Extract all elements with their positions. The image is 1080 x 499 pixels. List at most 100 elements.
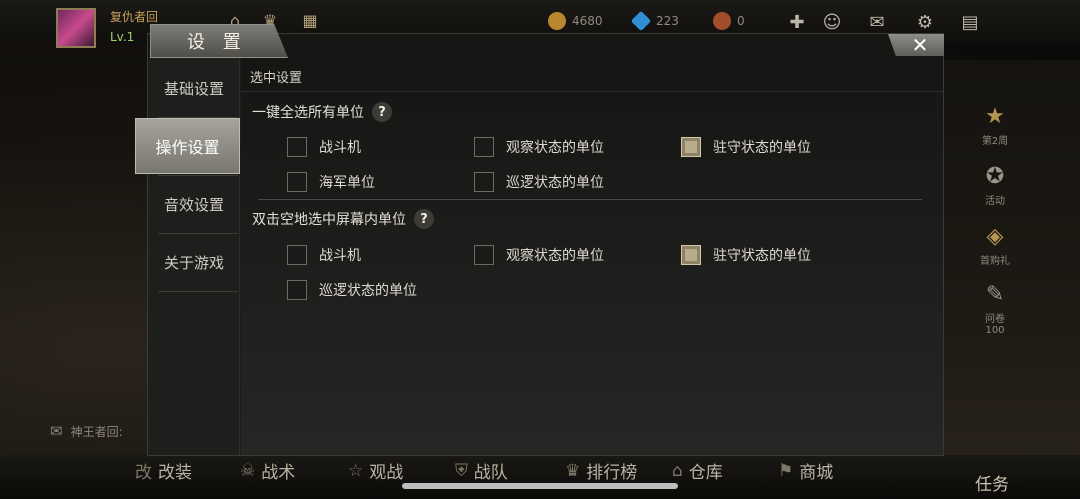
bottom-nav-tactics[interactable]: ☠ 战术 — [240, 458, 296, 484]
trophy-icon: ♛ — [565, 460, 581, 481]
bottom-nav-label: 仓库 — [688, 463, 723, 483]
gem-resource: 223 — [630, 10, 679, 32]
survey-icon: ✎ — [985, 281, 1005, 307]
group-title-text: 双击空地选中屏幕内单位 — [252, 212, 406, 228]
gold-value: 4680 — [572, 14, 603, 28]
gear-icon[interactable]: ⚙ — [913, 10, 937, 34]
option-label: 战斗机 — [319, 248, 361, 264]
option-label: 巡逻状态的单位 — [319, 283, 417, 299]
g2-observe-option[interactable]: 观察状态的单位 — [474, 245, 604, 265]
nav-divider — [158, 291, 238, 292]
card-icon: ◈ — [986, 223, 1004, 249]
checkbox[interactable] — [287, 172, 307, 192]
side-firstbuy-button[interactable]: ◈ 首购礼 — [975, 220, 1015, 268]
mail-icon[interactable]: ✉ — [865, 10, 889, 34]
side-event-label: 活动 — [985, 196, 1005, 207]
book-icon[interactable]: ▤ — [958, 10, 982, 34]
side-week-button[interactable]: ★ 第2周 — [975, 100, 1015, 148]
star-icon: ☆ — [348, 460, 364, 481]
option-label: 观察状态的单位 — [506, 140, 604, 156]
gem-icon — [630, 10, 652, 32]
side-survey-button[interactable]: ✎ 问卷 100 — [975, 278, 1015, 337]
side-survey-count: 100 — [985, 325, 1005, 336]
option-label: 战斗机 — [319, 140, 361, 156]
checkbox[interactable] — [287, 137, 307, 157]
bottom-nav-team[interactable]: ⛨ 战队 — [455, 458, 508, 484]
chat-label: 神王者回: — [70, 424, 123, 439]
section-divider — [241, 91, 943, 92]
bottom-nav-label: 战术 — [261, 463, 296, 483]
checkbox[interactable] — [287, 245, 307, 265]
bottom-nav-label: 战队 — [473, 463, 508, 483]
option-label: 巡逻状态的单位 — [506, 175, 604, 191]
dialog-title: 设 置 — [150, 24, 288, 58]
group-divider — [258, 199, 922, 200]
g2-fighter-option[interactable]: 战斗机 — [287, 245, 361, 265]
bottom-nav-warehouse[interactable]: ⌂ 仓库 — [672, 458, 723, 484]
option-label: 驻守状态的单位 — [713, 248, 811, 264]
g1-patrol-option[interactable]: 巡逻状态的单位 — [474, 172, 604, 192]
g1-navy-option[interactable]: 海军单位 — [287, 172, 375, 192]
mission-button[interactable]: 任务 — [975, 470, 1009, 495]
chat-bar[interactable]: ✉ 神王者回: — [50, 420, 145, 442]
checkbox-checked[interactable] — [681, 137, 701, 157]
friends-icon[interactable]: ☺ — [820, 10, 844, 34]
player-name: 复仇者回 — [110, 10, 159, 24]
option-label: 海军单位 — [319, 175, 375, 191]
side-firstbuy-label: 首购礼 — [980, 256, 1010, 267]
option-label: 观察状态的单位 — [506, 248, 604, 264]
bottom-nav-label: 观战 — [369, 463, 404, 483]
side-survey-label: 问卷 — [985, 314, 1005, 325]
wrench-icon: 改 — [135, 463, 152, 483]
g1-observe-option[interactable]: 观察状态的单位 — [474, 137, 604, 157]
g2-garrison-option[interactable]: 驻守状态的单位 — [681, 245, 811, 265]
side-week-label: 第2周 — [981, 136, 1009, 147]
help-icon[interactable]: ? — [372, 102, 392, 122]
close-button[interactable]: ✕ — [888, 34, 944, 56]
g1-garrison-option[interactable]: 驻守状态的单位 — [681, 137, 811, 157]
option-label: 驻守状态的单位 — [713, 140, 811, 156]
checkbox[interactable] — [474, 245, 494, 265]
gold-resource: 4680 — [548, 10, 603, 32]
double-tap-group-title: 双击空地选中屏幕内单位 ? — [252, 209, 434, 229]
medal-resource: 0 — [713, 10, 745, 32]
grid-icon[interactable]: ▦ — [300, 10, 320, 30]
add-icon[interactable]: ✚ — [785, 10, 809, 34]
bottom-nav-ranking[interactable]: ♛ 排行榜 — [565, 458, 638, 484]
checkbox[interactable] — [287, 280, 307, 300]
bottom-nav-spectate[interactable]: ☆ 观战 — [348, 458, 404, 484]
star-icon: ★ — [985, 103, 1005, 129]
shield-icon: ⛨ — [455, 460, 468, 481]
nav-about-game[interactable]: 关于游戏 — [148, 233, 240, 291]
settings-nav: 基础设置 音效设置 关于游戏 — [148, 57, 240, 455]
skull-icon: ☠ — [240, 460, 256, 481]
star-outline-icon: ✪ — [985, 163, 1005, 189]
gem-value: 223 — [656, 14, 679, 28]
chat-icon: ✉ — [50, 422, 63, 440]
home-indicator[interactable] — [402, 483, 678, 489]
medal-icon — [713, 12, 731, 30]
player-avatar[interactable] — [56, 8, 96, 48]
group-title-text: 一键全选所有单位 — [252, 105, 364, 121]
g2-patrol-option[interactable]: 巡逻状态的单位 — [287, 280, 417, 300]
warehouse-icon: ⌂ — [672, 460, 683, 481]
gold-icon — [548, 12, 566, 30]
shop-icon: ⚑ — [778, 460, 794, 481]
player-level: Lv.1 — [110, 30, 135, 44]
side-event-button[interactable]: ✪ 活动 — [975, 160, 1015, 208]
bottom-nav-label: 商城 — [799, 463, 834, 483]
bottom-nav-shop[interactable]: ⚑ 商城 — [778, 458, 834, 484]
bottom-nav-refit[interactable]: 改 改装 — [135, 458, 192, 483]
g1-fighter-option[interactable]: 战斗机 — [287, 137, 361, 157]
medal-value: 0 — [737, 14, 745, 28]
nav-operation-settings[interactable]: 操作设置 — [135, 118, 240, 174]
section-title: 选中设置 — [250, 71, 303, 86]
checkbox[interactable] — [474, 172, 494, 192]
nav-basic-settings[interactable]: 基础设置 — [148, 59, 240, 117]
nav-sound-settings[interactable]: 音效设置 — [148, 175, 240, 233]
help-icon[interactable]: ? — [414, 209, 434, 229]
checkbox-checked[interactable] — [681, 245, 701, 265]
bottom-nav-label: 排行榜 — [586, 463, 638, 483]
select-all-group-title: 一键全选所有单位 ? — [252, 102, 392, 122]
checkbox[interactable] — [474, 137, 494, 157]
